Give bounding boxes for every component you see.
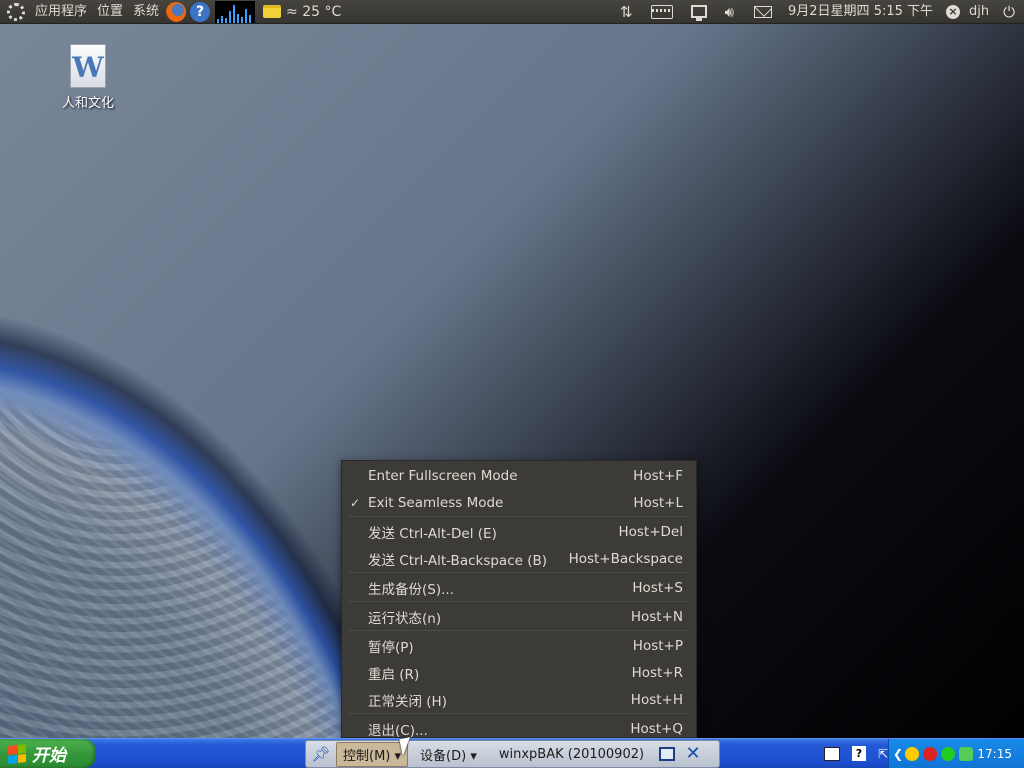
system-monitor-icon[interactable] (215, 0, 256, 23)
tray-expand-icon[interactable]: ❮ (893, 747, 903, 761)
vm-name-label: winxpBAK (20100902) (498, 746, 645, 762)
user-status-icon: × (946, 4, 961, 19)
menu-item-seamless[interactable]: ✓ Exit Seamless Mode Host+L (342, 489, 696, 516)
pointer-tray-icon[interactable]: ⇱ (878, 747, 888, 761)
pin-icon[interactable]: 📌︎ (306, 745, 336, 763)
menu-separator (348, 516, 690, 517)
menu-item-send-ctrl-alt-backspace[interactable]: 发送 Ctrl-Alt-Backspace (B) Host+Backspace (342, 545, 696, 572)
desktop-icon-label: 人和文化 (61, 96, 114, 111)
check-icon: ✓ (350, 495, 361, 510)
volume-icon[interactable]: 🔊︎ (716, 0, 743, 24)
security-shield-icon[interactable] (941, 746, 956, 761)
clock-date[interactable]: 9月2日星期四 5:15 下午 (783, 0, 938, 24)
system-menu[interactable]: 系统 (128, 0, 164, 24)
menu-item-send-ctrl-alt-del[interactable]: 发送 Ctrl-Alt-Del (E) Host+Del (342, 518, 696, 545)
restore-icon[interactable] (659, 747, 676, 761)
network-icon[interactable]: ⇅ (611, 0, 642, 24)
menu-item-acpi-shutdown[interactable]: 正常关闭 (H) Host+H (342, 686, 696, 713)
start-button[interactable]: 开始 (0, 739, 96, 768)
control-dropdown-menu: Enter Fullscreen Mode Host+F ✓ Exit Seaml… (341, 460, 697, 739)
folder-icon[interactable] (263, 5, 282, 18)
display-icon[interactable] (690, 5, 707, 21)
word-document-icon: W (70, 44, 106, 88)
menu-separator (348, 713, 690, 714)
weather-indicator[interactable]: ≈ 25 °C (284, 4, 349, 20)
keyboard-icon[interactable] (650, 4, 673, 19)
desktop-file-icon[interactable]: W 人和文化 (56, 44, 120, 111)
system-tray: ❮ 17:15 (888, 739, 1024, 768)
help-tray-icon[interactable]: ? (852, 746, 866, 761)
mail-icon[interactable] (754, 5, 773, 18)
menu-item-reset[interactable]: 重启 (R) Host+R (342, 659, 696, 686)
keyboard-tray-icon[interactable] (824, 746, 840, 761)
taskbar-clock[interactable]: 17:15 (977, 747, 1012, 761)
menu-item-session-info[interactable]: 运行状态(n) Host+N (342, 603, 696, 630)
windows-flag-icon (8, 743, 26, 764)
shield-check-icon[interactable] (959, 746, 974, 761)
qq-icon[interactable] (905, 746, 920, 761)
devices-menu[interactable]: 设备(D) ▾ (414, 743, 483, 766)
close-icon[interactable]: ✕ (685, 745, 701, 763)
top-panel: 应用程序 位置 系统 ? ≈ 25 °C ⇅ 🔊︎ 9月2日星期四 5:15 下… (0, 0, 1024, 24)
power-icon[interactable]: ⏻ (994, 0, 1024, 24)
menu-item-pause[interactable]: 暂停(P) Host+P (342, 632, 696, 659)
firefox-icon[interactable] (166, 1, 187, 22)
menu-separator (348, 630, 690, 631)
places-menu[interactable]: 位置 (92, 0, 128, 24)
menu-item-take-snapshot[interactable]: 生成备份(S)... Host+S (342, 574, 696, 601)
menu-separator (348, 572, 690, 573)
ubuntu-logo-icon[interactable] (7, 2, 25, 21)
help-icon[interactable]: ? (190, 1, 211, 22)
applications-menu[interactable]: 应用程序 (30, 0, 92, 24)
menu-item-fullscreen[interactable]: Enter Fullscreen Mode Host+F (342, 462, 696, 489)
menu-separator (348, 601, 690, 602)
antivirus-icon[interactable] (923, 746, 938, 761)
guest-taskbar: 开始 📌︎ 控制(M) ▾ 设备(D) ▾ winxpBAK (20100902… (0, 738, 1024, 768)
user-name[interactable]: djh (964, 0, 994, 24)
seamless-mini-toolbar: 📌︎ 控制(M) ▾ 设备(D) ▾ winxpBAK (20100902) ✕ (305, 740, 720, 768)
control-menu[interactable]: 控制(M) ▾ (336, 741, 409, 767)
